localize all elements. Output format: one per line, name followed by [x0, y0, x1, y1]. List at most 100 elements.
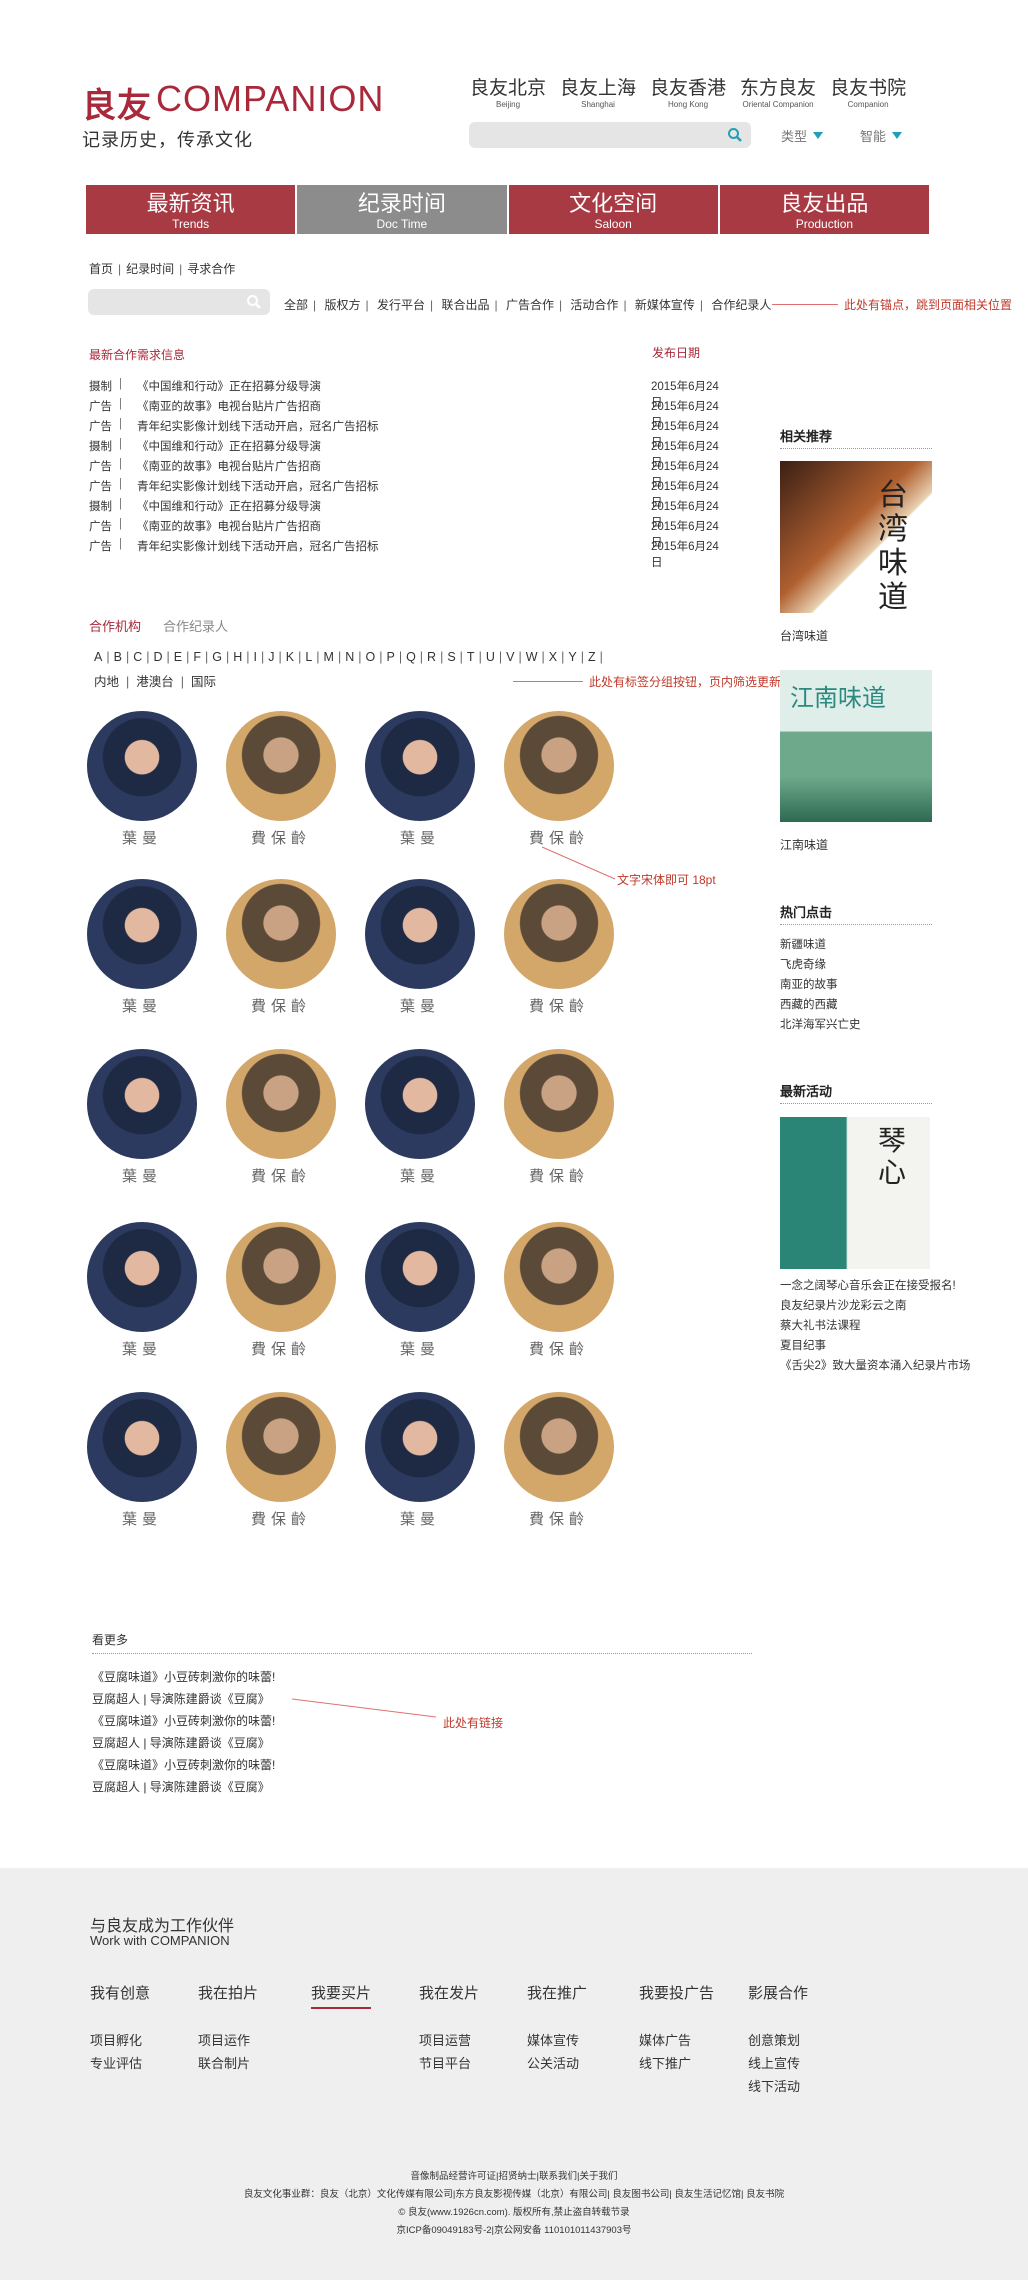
person-card[interactable]: 費保齡: [221, 1049, 341, 1186]
person-name[interactable]: 費保齡: [221, 1338, 341, 1359]
footer-heading[interactable]: 我要投广告: [639, 1982, 714, 2003]
person-card[interactable]: 費保齡: [221, 711, 341, 848]
person-name[interactable]: 葉曼: [360, 1165, 480, 1186]
alphabet-letter[interactable]: T: [467, 650, 475, 664]
person-name[interactable]: 葉曼: [82, 995, 202, 1016]
search-icon[interactable]: [246, 294, 262, 315]
footer-link[interactable]: 线下活动: [748, 2075, 808, 2098]
person-name[interactable]: 葉曼: [360, 827, 480, 848]
person-avatar[interactable]: [504, 1049, 614, 1159]
logo-wordmark[interactable]: COMPANION: [156, 78, 384, 120]
alphabet-letter[interactable]: M: [324, 650, 334, 664]
alphabet-letter[interactable]: K: [286, 650, 294, 664]
search-input[interactable]: [469, 122, 751, 148]
region-mainland[interactable]: 内地: [94, 675, 119, 689]
smart-filter-dropdown[interactable]: 智能: [860, 126, 903, 145]
type-filter-dropdown[interactable]: 类型: [781, 126, 824, 145]
person-card[interactable]: 葉曼: [360, 711, 480, 848]
alphabet-letter[interactable]: B: [114, 650, 122, 664]
person-card[interactable]: 葉曼: [360, 1392, 480, 1529]
footer-link[interactable]: 创意策划: [748, 2029, 808, 2052]
person-name[interactable]: 葉曼: [82, 1165, 202, 1186]
person-avatar[interactable]: [226, 1222, 336, 1332]
region-international[interactable]: 国际: [191, 675, 216, 689]
brand-link-oriental[interactable]: 东方良友 Oriental Companion: [740, 78, 816, 110]
person-name[interactable]: 葉曼: [360, 1338, 480, 1359]
info-row[interactable]: 广告 | 《南亚的故事》电视台贴片广告招商 2015年6月24日: [89, 398, 729, 429]
person-name[interactable]: 費保齡: [499, 1338, 619, 1359]
footer-link[interactable]: 媒体宣传: [527, 2029, 587, 2052]
nav-trends[interactable]: 最新资讯 Trends: [86, 185, 296, 234]
person-avatar[interactable]: [504, 1222, 614, 1332]
alphabet-letter[interactable]: F: [193, 650, 201, 664]
footer-link[interactable]: 线下推广: [639, 2052, 714, 2075]
nav-production[interactable]: 良友出品 Production: [719, 185, 929, 234]
alphabet-letter[interactable]: C: [133, 650, 142, 664]
brand-link-hongkong[interactable]: 良友香港 Hong Kong: [650, 78, 726, 110]
person-avatar[interactable]: [365, 711, 475, 821]
logo-mark[interactable]: 良友: [82, 78, 152, 127]
alphabet-letter[interactable]: P: [386, 650, 394, 664]
hot-item[interactable]: 南亚的故事: [780, 975, 861, 995]
alphabet-letter[interactable]: L: [305, 650, 312, 664]
alphabet-letter[interactable]: D: [153, 650, 162, 664]
info-row[interactable]: 摄制 | 《中国维和行动》正在招募分级导演 2015年6月24日: [89, 498, 729, 529]
person-name[interactable]: 費保齡: [221, 995, 341, 1016]
person-avatar[interactable]: [226, 711, 336, 821]
more-link[interactable]: 豆腐超人 | 导演陈建爵谈《豆腐》: [92, 1688, 275, 1710]
category-all[interactable]: 全部: [284, 298, 308, 312]
event-item[interactable]: 良友纪录片沙龙彩云之南: [780, 1296, 970, 1316]
info-title[interactable]: 《南亚的故事》电视台贴片广告招商: [137, 518, 321, 534]
brand-link-beijing[interactable]: 良友北京 Beijing: [470, 78, 546, 110]
person-name[interactable]: 費保齡: [499, 995, 619, 1016]
person-avatar[interactable]: [504, 711, 614, 821]
alphabet-letter[interactable]: E: [174, 650, 182, 664]
hot-item[interactable]: 新疆味道: [780, 935, 861, 955]
person-name[interactable]: 費保齡: [499, 1508, 619, 1529]
brand-link-academy[interactable]: 良友书院 Companion: [830, 78, 906, 110]
event-item[interactable]: 《舌尖2》致大量资本涌入纪录片市场: [780, 1356, 970, 1376]
sub-search-input[interactable]: [88, 289, 270, 315]
tab-documentarians[interactable]: 合作纪录人: [163, 619, 228, 634]
footer-link[interactable]: 节目平台: [419, 2052, 479, 2075]
info-title[interactable]: 《南亚的故事》电视台贴片广告招商: [137, 458, 321, 474]
more-link[interactable]: 《豆腐味道》小豆砖刺激你的味蕾!: [92, 1754, 275, 1776]
person-card[interactable]: 葉曼: [82, 1222, 202, 1359]
search-icon[interactable]: [727, 127, 743, 148]
person-card[interactable]: 費保齡: [221, 1222, 341, 1359]
info-row[interactable]: 广告 | 青年纪实影像计划线下活动开启，冠名广告招标 2015年6月24日: [89, 418, 729, 449]
info-row[interactable]: 广告 | 《南亚的故事》电视台贴片广告招商 2015年6月24日: [89, 518, 729, 549]
tab-organizations[interactable]: 合作机构: [89, 619, 141, 634]
hot-item[interactable]: 北洋海军兴亡史: [780, 1015, 861, 1035]
person-avatar[interactable]: [365, 1222, 475, 1332]
person-card[interactable]: 葉曼: [360, 1049, 480, 1186]
more-link[interactable]: 豆腐超人 | 导演陈建爵谈《豆腐》: [92, 1776, 275, 1798]
person-card[interactable]: 費保齡: [499, 711, 619, 848]
person-name[interactable]: 費保齡: [221, 1508, 341, 1529]
person-avatar[interactable]: [226, 1392, 336, 1502]
person-name[interactable]: 葉曼: [82, 827, 202, 848]
person-avatar[interactable]: [504, 1392, 614, 1502]
footer-link[interactable]: 项目孵化: [90, 2029, 150, 2052]
related-caption-taiwan[interactable]: 台湾味道: [780, 627, 828, 644]
info-title[interactable]: 青年纪实影像计划线下活动开启，冠名广告招标: [137, 418, 379, 434]
alphabet-letter[interactable]: W: [526, 650, 538, 664]
info-title[interactable]: 《中国维和行动》正在招募分级导演: [137, 378, 321, 394]
category-coproduction[interactable]: 联合出品: [441, 298, 489, 312]
person-card[interactable]: 葉曼: [360, 879, 480, 1016]
event-item[interactable]: 蔡大礼书法课程: [780, 1316, 970, 1336]
related-image-jiangnan[interactable]: 江南味道: [780, 670, 932, 822]
alphabet-letter[interactable]: A: [94, 650, 102, 664]
more-link[interactable]: 《豆腐味道》小豆砖刺激你的味蕾!: [92, 1710, 275, 1732]
footer-heading[interactable]: 我在拍片: [198, 1982, 258, 2003]
event-item[interactable]: 夏目纪事: [780, 1336, 970, 1356]
category-rights[interactable]: 版权方: [324, 298, 360, 312]
alphabet-letter[interactable]: J: [268, 650, 274, 664]
alphabet-letter[interactable]: X: [549, 650, 557, 664]
person-avatar[interactable]: [365, 879, 475, 989]
person-name[interactable]: 葉曼: [360, 995, 480, 1016]
alphabet-letter[interactable]: N: [345, 650, 354, 664]
person-card[interactable]: 葉曼: [82, 879, 202, 1016]
alphabet-letter[interactable]: G: [212, 650, 222, 664]
event-item[interactable]: 一念之阔琴心音乐会正在接受报名!: [780, 1276, 970, 1296]
